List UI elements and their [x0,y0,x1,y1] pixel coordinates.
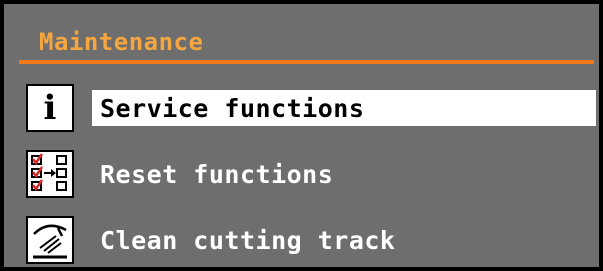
maintenance-panel: Maintenance i Service functions Reset fu… [3,3,600,268]
clean-cutting-track-icon [26,216,74,264]
menu-item-reset-functions[interactable]: Reset functions [26,150,596,198]
menu-item-label: Service functions [92,90,596,126]
reset-checklist-icon [26,150,74,198]
header-divider [19,60,594,64]
menu-item-clean-cutting-track[interactable]: Clean cutting track [26,216,596,264]
page-title: Maintenance [39,28,204,56]
info-icon: i [26,84,74,132]
menu-item-label: Clean cutting track [100,225,396,255]
menu-item-service-functions[interactable]: i Service functions [26,84,596,132]
menu-item-label: Reset functions [100,159,334,189]
